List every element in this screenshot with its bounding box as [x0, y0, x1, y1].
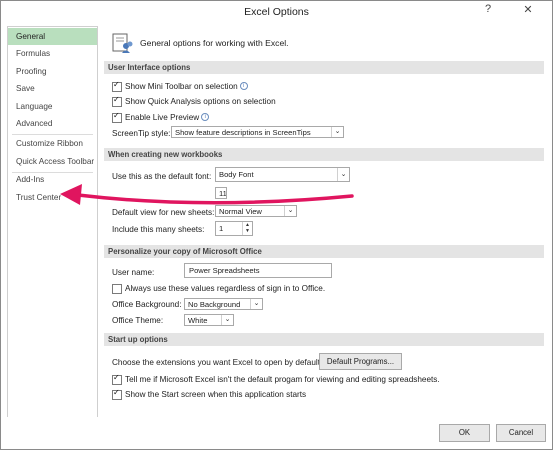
section-ui-options: User Interface options [104, 61, 544, 74]
sidebar-item-formulas[interactable]: Formulas [8, 45, 97, 62]
screentip-style-select[interactable]: Show feature descriptions in ScreenTips ⌄ [171, 126, 344, 138]
tell-me-label: Tell me if Microsoft Excel isn't the def… [125, 375, 440, 384]
username-label: User name: [112, 268, 155, 277]
sheets-count-label: Include this many sheets: [112, 225, 205, 234]
title-bar: Excel Options ? ✕ [1, 1, 552, 23]
chevron-down-icon: ⌄ [331, 127, 343, 137]
chevron-down-icon: ⌄ [250, 299, 262, 309]
spinner-arrows-icon[interactable]: ▲ ▼ [242, 222, 252, 235]
chevron-down-icon: ⌄ [221, 315, 233, 325]
info-icon: i [239, 82, 248, 90]
general-options-icon [112, 33, 133, 53]
default-view-select[interactable]: Normal View ⌄ [215, 205, 297, 217]
sidebar-item-proofing[interactable]: Proofing [8, 63, 97, 80]
font-size-select[interactable]: 11 [215, 187, 227, 199]
sidebar-item-trust-center[interactable]: Trust Center [8, 189, 97, 206]
quick-analysis-checkbox[interactable] [112, 95, 122, 107]
sidebar: General Formulas Proofing Save Language … [7, 26, 98, 419]
section-new-workbooks: When creating new workbooks [104, 148, 544, 161]
screentip-style-label: ScreenTip style: [112, 129, 171, 138]
cancel-button[interactable]: Cancel [496, 424, 546, 442]
main-panel: General options for working with Excel. … [104, 26, 551, 417]
sidebar-item-quick-access-toolbar[interactable]: Quick Access Toolbar [8, 153, 97, 170]
quick-analysis-label: Show Quick Analysis options on selection [125, 97, 276, 106]
office-theme-select[interactable]: White ⌄ [184, 314, 234, 326]
live-preview-checkbox[interactable] [112, 111, 122, 123]
office-background-label: Office Background: [112, 300, 182, 309]
office-theme-label: Office Theme: [112, 316, 164, 325]
sidebar-item-add-ins[interactable]: Add-Ins [8, 171, 97, 188]
sidebar-item-advanced[interactable]: Advanced [8, 115, 97, 132]
sidebar-item-language[interactable]: Language [8, 98, 97, 115]
close-icon[interactable]: ✕ [517, 3, 539, 19]
mini-toolbar-checkbox[interactable] [112, 80, 122, 92]
live-preview-label: Enable Live Preview i [125, 113, 210, 122]
help-icon[interactable]: ? [481, 3, 495, 19]
default-font-select[interactable]: Body Font ⌄ [215, 167, 350, 182]
tell-me-checkbox[interactable] [112, 373, 122, 385]
chevron-down-icon: ⌄ [284, 206, 296, 216]
sidebar-item-general[interactable]: General [8, 28, 97, 45]
excel-options-dialog: Excel Options ? ✕ General Formulas Proof… [0, 0, 553, 450]
page-header: General options for working with Excel. [140, 38, 289, 48]
office-background-select[interactable]: No Background ⌄ [184, 298, 263, 310]
show-start-screen-label: Show the Start screen when this applicat… [125, 390, 307, 399]
sheets-count-stepper[interactable]: 1 ▲ ▼ [215, 221, 253, 236]
mini-toolbar-label: Show Mini Toolbar on selection i [125, 82, 248, 91]
default-view-label: Default view for new sheets: [112, 208, 215, 217]
section-personalize: Personalize your copy of Microsoft Offic… [104, 245, 544, 258]
default-programs-button[interactable]: Default Programs... [319, 353, 402, 370]
always-use-checkbox[interactable] [112, 284, 122, 294]
sidebar-item-customize-ribbon[interactable]: Customize Ribbon [8, 135, 97, 152]
username-input[interactable]: Power Spreadsheets [184, 263, 332, 278]
extensions-label: Choose the extensions you want Excel to … [112, 358, 323, 367]
always-use-label: Always use these values regardless of si… [125, 284, 326, 293]
window-title: Excel Options [244, 6, 309, 18]
info-icon: i [201, 113, 210, 121]
ok-button[interactable]: OK [439, 424, 490, 442]
dialog-footer: OK Cancel [1, 417, 552, 449]
default-font-label: Use this as the default font: [112, 172, 212, 181]
sidebar-item-save[interactable]: Save [8, 80, 97, 97]
show-start-screen-checkbox[interactable] [112, 388, 122, 400]
chevron-down-icon: ⌄ [337, 168, 349, 181]
section-startup: Start up options [104, 333, 544, 346]
